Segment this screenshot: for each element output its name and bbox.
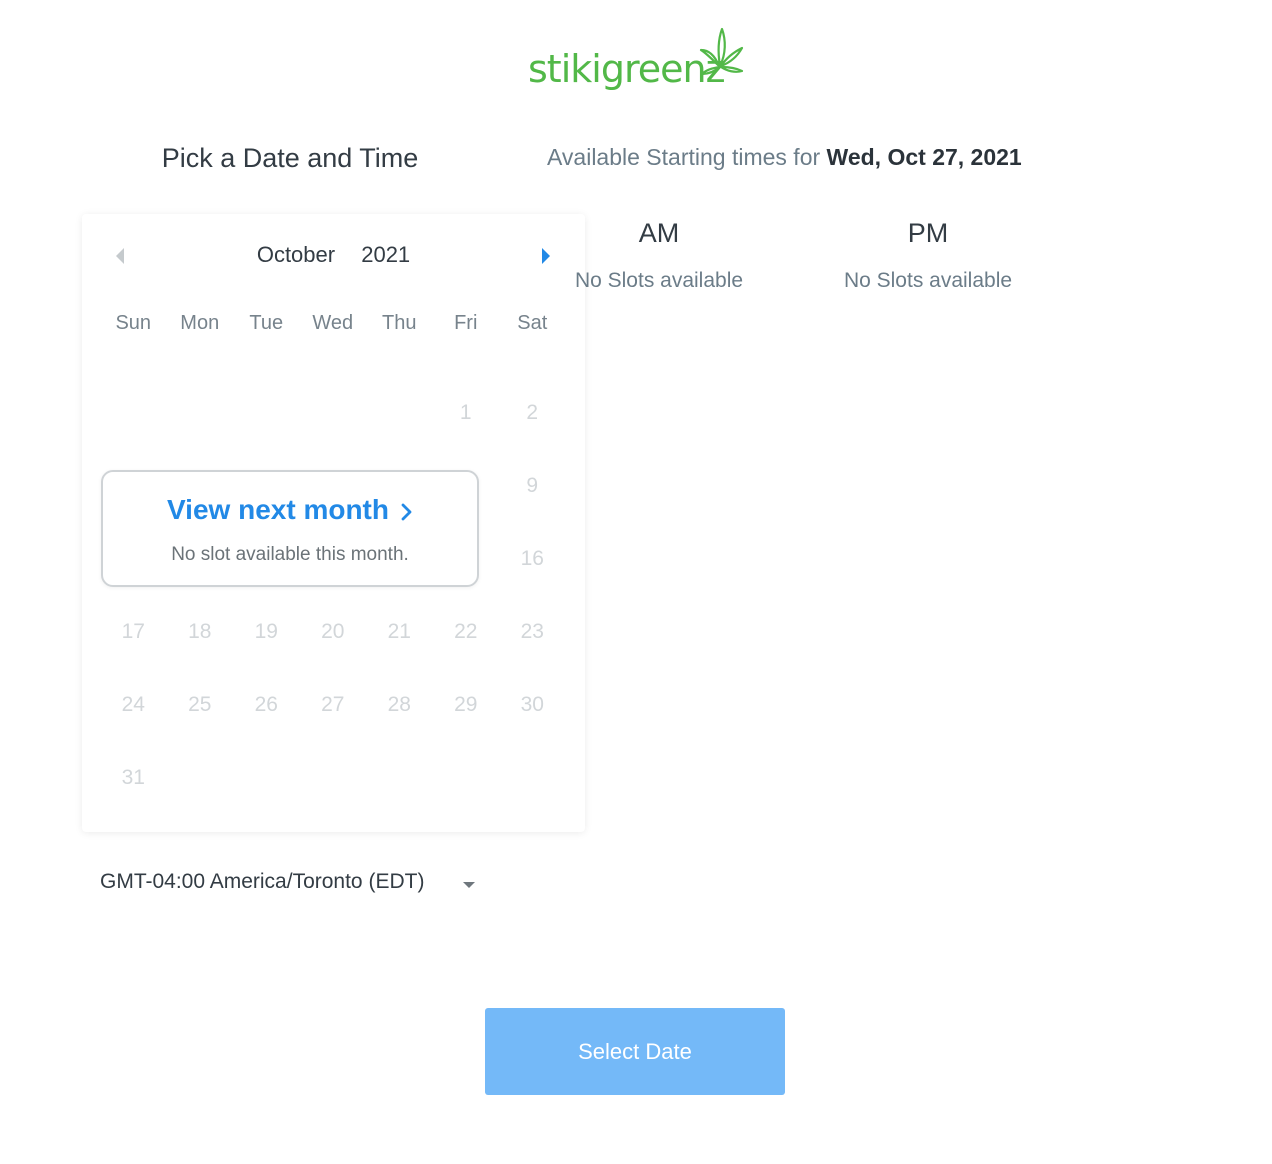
calendar-day: 26 xyxy=(254,692,278,716)
selected-date: Wed, Oct 27, 2021 xyxy=(826,144,1022,170)
weekday-sun: Sun xyxy=(115,312,152,334)
cannabis-leaf-icon xyxy=(699,27,744,76)
pm-no-slots-message: No Slots available xyxy=(843,269,1013,292)
page-title: Pick a Date and Time xyxy=(161,143,419,173)
select-date-button[interactable]: Select Date xyxy=(485,1008,785,1095)
calendar-grid: 1 2 9 16 17 18 19 20 21 22 23 24 25 26 2… xyxy=(100,376,567,814)
availability-prefix: Available Starting times for xyxy=(547,144,821,170)
calendar-day: 31 xyxy=(121,765,145,789)
caret-down-icon[interactable] xyxy=(462,881,476,889)
weekday-sat: Sat xyxy=(517,312,548,334)
weekday-wed: Wed xyxy=(312,312,354,334)
no-slots-popup: View next month No slot available this m… xyxy=(101,470,479,587)
calendar-day: 2 xyxy=(526,400,539,424)
weekday-tue: Tue xyxy=(249,312,284,334)
calendar-day: 21 xyxy=(387,619,411,643)
calendar-week: 1 2 xyxy=(100,376,567,449)
calendar-day: 18 xyxy=(188,619,212,643)
calendar-day: 29 xyxy=(454,692,478,716)
am-no-slots-message: No Slots available xyxy=(574,269,744,292)
view-next-month-label: View next month xyxy=(167,494,389,525)
calendar-day: 1 xyxy=(459,400,472,424)
weekday-header: Sun Mon Tue Wed Thu Fri Sat xyxy=(100,312,567,335)
calendar-day: 22 xyxy=(454,619,478,643)
no-slot-message: No slot available this month. xyxy=(171,544,409,565)
weekday-fri: Fri xyxy=(454,312,478,334)
calendar-day: 28 xyxy=(387,692,411,716)
calendar-day: 27 xyxy=(321,692,345,716)
year-label: 2021 xyxy=(361,242,411,267)
calendar-day: 24 xyxy=(121,692,145,716)
calendar-day: 9 xyxy=(526,473,539,497)
calendar-day: 17 xyxy=(121,619,145,643)
month-label: October xyxy=(256,242,336,267)
calendar-day: 19 xyxy=(254,619,278,643)
chevron-right-icon xyxy=(401,503,412,521)
calendar-week: 17 18 19 20 21 22 23 xyxy=(100,595,567,668)
brand-logo: stikigreenz xyxy=(528,26,758,106)
weekday-mon: Mon xyxy=(180,312,220,334)
month-year-header: October 2021 xyxy=(82,242,585,268)
pm-slots-column: PM No Slots available xyxy=(808,218,1048,293)
calendar-day: 25 xyxy=(188,692,212,716)
calendar-week: 24 25 26 27 28 29 30 xyxy=(100,668,567,741)
am-heading: AM xyxy=(638,218,680,248)
calendar-week: 31 xyxy=(100,741,567,814)
timezone-select[interactable]: GMT-04:00 America/Toronto (EDT) xyxy=(100,870,424,894)
calendar-day: 20 xyxy=(321,619,345,643)
pm-heading: PM xyxy=(907,218,949,248)
am-slots-column: AM No Slots available xyxy=(539,218,779,293)
calendar-day: 30 xyxy=(520,692,544,716)
calendar-day: 23 xyxy=(520,619,544,643)
calendar-day: 16 xyxy=(520,546,544,570)
availability-title: Available Starting times for Wed, Oct 27… xyxy=(547,144,1022,171)
weekday-thu: Thu xyxy=(382,312,417,334)
view-next-month-link[interactable]: View next month xyxy=(103,494,477,526)
